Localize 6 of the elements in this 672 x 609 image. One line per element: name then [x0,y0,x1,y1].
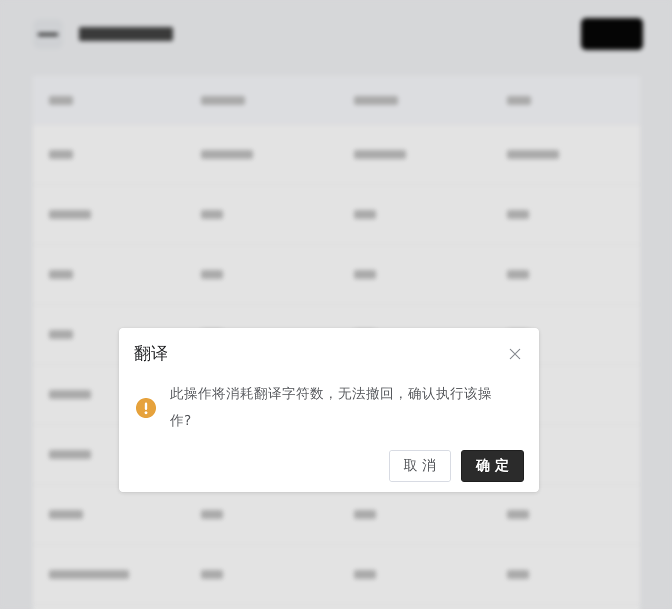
cancel-button[interactable]: 取 消 [388,450,452,482]
dialog-title: 翻译 [134,343,168,366]
dialog-message: 此操作将消耗翻译字符数，无法撤回，确认执行该操作? [170,385,493,431]
confirm-button[interactable]: 确 定 [461,450,524,482]
warning-icon [136,398,156,418]
close-button[interactable] [508,347,522,361]
